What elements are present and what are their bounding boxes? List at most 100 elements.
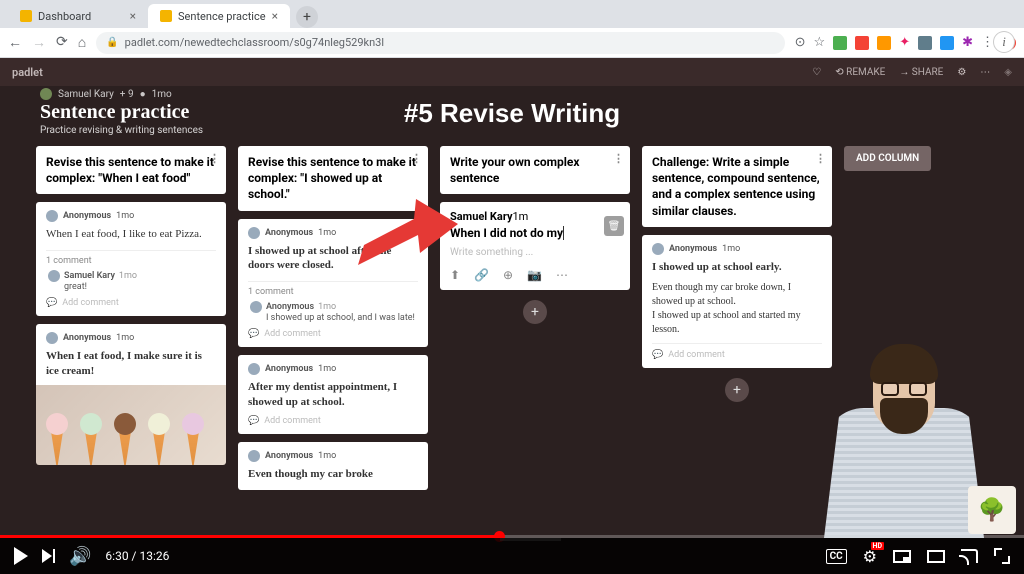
padlet-logo[interactable]: padlet <box>12 66 43 79</box>
column: Revise this sentence to make it complex:… <box>238 146 428 490</box>
header-actions: ♡ ⟲ REMAKE → SHARE ⚙ ⋯ ◈ <box>812 67 1012 78</box>
post-body: After my dentist appointment, I showed u… <box>248 380 418 410</box>
forward-icon[interactable]: → <box>32 34 46 51</box>
add-comment-input[interactable]: 💬Add comment <box>248 416 418 426</box>
tab-dashboard[interactable]: Dashboard × <box>8 4 148 28</box>
more-icon[interactable]: ⋮ <box>209 152 220 167</box>
add-comment-input[interactable]: 💬Add comment <box>248 329 418 339</box>
author-name: Anonymous <box>265 451 313 461</box>
more-icon[interactable]: ⋮ <box>981 35 994 50</box>
comment-icon: 💬 <box>248 329 259 339</box>
author-name: Anonymous <box>265 228 313 238</box>
heart-icon[interactable]: ♡ <box>812 67 821 78</box>
new-tab-button[interactable]: + <box>296 6 318 28</box>
comment: Samuel Kary 1mo great! <box>46 270 216 292</box>
tab-title: Dashboard <box>38 10 91 23</box>
author-name[interactable]: Samuel Kary <box>58 89 114 100</box>
volume-button[interactable]: 🔊 <box>69 546 91 567</box>
info-icon[interactable]: i <box>994 32 1014 52</box>
star-icon[interactable]: ☆ <box>814 35 826 50</box>
share-button[interactable]: → SHARE <box>899 67 943 78</box>
column-header[interactable]: Revise this sentence to make it complex:… <box>36 146 226 194</box>
more-icon[interactable]: ⋯ <box>980 67 990 78</box>
video-controls: 🔊 6:30 / 13:26 CC ⚙HD <box>0 538 1024 574</box>
extension-icon[interactable] <box>918 36 932 50</box>
column-header[interactable]: Challenge: Write a simple sentence, comp… <box>642 146 832 227</box>
comments-count[interactable]: 1 comment <box>248 281 418 297</box>
avatar <box>48 270 60 282</box>
column-header[interactable]: Revise this sentence to make it complex:… <box>238 146 428 211</box>
theater-button[interactable] <box>927 550 945 563</box>
miniplayer-button[interactable] <box>893 550 911 563</box>
tab-title: Sentence practice <box>178 10 266 23</box>
comment-text: I showed up at school, and I was late! <box>250 313 418 323</box>
reload-icon[interactable]: ⟳ <box>56 34 68 51</box>
captions-button[interactable]: CC <box>826 549 847 564</box>
column-header[interactable]: Write your own complex sentence⋮ <box>440 146 630 194</box>
add-post-button[interactable]: + <box>725 378 749 402</box>
settings-button[interactable]: ⚙HD <box>863 547 877 566</box>
more-icon[interactable]: ⋮ <box>815 152 826 167</box>
back-icon[interactable]: ← <box>8 34 22 51</box>
add-comment-input[interactable]: 💬Add comment <box>46 298 216 308</box>
post-card[interactable]: Anonymous1mo When I eat food, I like to … <box>36 202 226 316</box>
post-card[interactable]: Anonymous1mo I showed up at school early… <box>642 235 832 368</box>
search-icon[interactable]: ⊕ <box>503 268 513 282</box>
post-body: I showed up at school early. <box>652 260 822 275</box>
upload-icon[interactable]: ⬆ <box>450 268 460 282</box>
post-card[interactable]: Anonymous 1mo When I eat food, I make sur… <box>36 324 226 457</box>
time-ago: 1mo <box>318 302 336 312</box>
fullscreen-button[interactable] <box>994 548 1010 564</box>
post-composer[interactable]: Samuel Kary1m 🗑 When I did not do my Wri… <box>440 202 630 290</box>
next-button[interactable] <box>42 549 55 563</box>
more-icon[interactable]: ⋮ <box>613 152 624 167</box>
comment-icon: 💬 <box>652 350 663 360</box>
extension-icon[interactable]: ✦ <box>899 35 910 50</box>
post-card[interactable]: Anonymous1mo After my dentist appointmen… <box>238 355 428 434</box>
add-comment-input[interactable]: 💬Add comment <box>652 343 822 360</box>
extension-icon[interactable] <box>940 36 954 50</box>
extension-icon[interactable] <box>833 36 847 50</box>
link-icon[interactable]: 🔗 <box>474 268 489 282</box>
post-body: When I eat food, I make sure it is ice c… <box>46 349 216 379</box>
channel-logo: 🌳 <box>968 486 1016 534</box>
delete-button[interactable]: 🗑 <box>604 216 624 236</box>
post-card[interactable]: Anonymous 1mo I showed up at school after… <box>238 219 428 348</box>
help-icon[interactable]: ◈ <box>1004 67 1012 78</box>
address-bar[interactable]: 🔒 padlet.com/newedtechclassroom/s0g74nle… <box>96 32 784 54</box>
post-body: I showed up at school after the doors we… <box>248 244 418 274</box>
more-icon[interactable]: ⋯ <box>556 268 568 282</box>
cast-button[interactable] <box>961 549 978 563</box>
close-icon[interactable]: × <box>272 9 278 23</box>
tab-sentence-practice[interactable]: Sentence practice × <box>148 4 290 28</box>
author-name: Samuel Kary <box>450 210 512 223</box>
extension-icon[interactable] <box>877 36 891 50</box>
comments-count[interactable]: 1 comment <box>46 250 216 266</box>
close-icon[interactable]: × <box>130 9 136 23</box>
time-ago: 1mo <box>152 89 172 100</box>
post-body-extra: Even though my car broke down, I showed … <box>652 281 822 337</box>
menu-icon[interactable]: ⊙ <box>795 35 806 50</box>
time-ago: 1mo <box>116 333 134 343</box>
play-button[interactable] <box>14 547 28 565</box>
tab-favicon <box>160 10 172 22</box>
home-icon[interactable]: ⌂ <box>78 34 86 51</box>
post-body: When I eat food, I like to eat Pizza. <box>46 227 216 242</box>
time-ago: 1mo <box>116 211 134 221</box>
time-ago: 1mo <box>119 271 137 281</box>
extension-icon[interactable] <box>855 36 869 50</box>
composer-body-input[interactable]: Write something ... <box>450 247 620 258</box>
remake-button[interactable]: ⟲ REMAKE <box>835 67 885 78</box>
post-body: Even though my car broke <box>248 467 418 482</box>
gear-icon[interactable]: ⚙ <box>957 67 966 78</box>
extension-icon[interactable]: ✱ <box>962 35 973 50</box>
post-card[interactable]: Anonymous1mo Even though my car broke <box>238 442 428 490</box>
avatar <box>46 332 58 344</box>
composer-title-input[interactable]: When I did not do my <box>450 226 620 241</box>
add-post-button[interactable]: + <box>523 300 547 324</box>
time-ago: 1mo <box>318 228 336 238</box>
author-name: Anonymous <box>63 333 111 343</box>
add-column-button[interactable]: ADD COLUMN <box>844 146 931 171</box>
camera-icon[interactable]: 📷 <box>527 268 542 282</box>
more-icon[interactable]: ⋮ <box>411 152 422 167</box>
